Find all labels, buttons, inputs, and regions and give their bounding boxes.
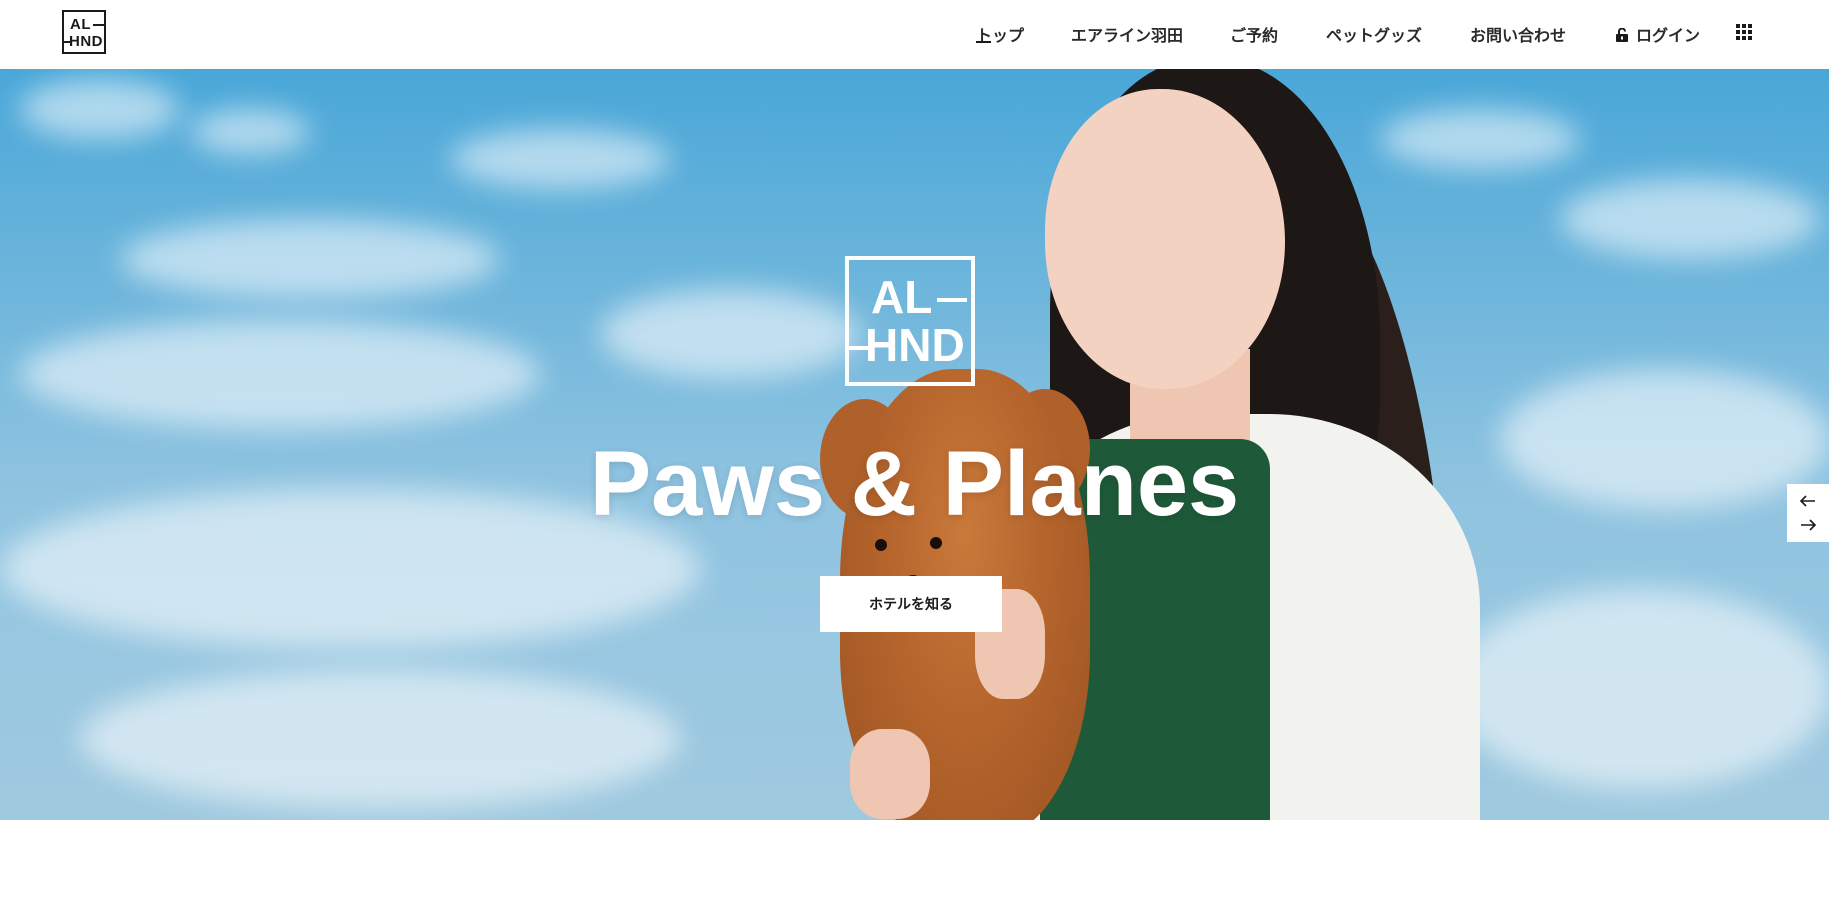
dog-eye <box>875 539 887 551</box>
nav-label-airline-haneda: エアライン羽田 <box>1071 26 1184 45</box>
cloud <box>600 289 860 379</box>
lock-open-icon <box>1616 28 1628 42</box>
nav-item-reservation[interactable]: ご予約 <box>1230 22 1278 46</box>
nav-item-pet-goods[interactable]: ペットグッズ <box>1326 22 1422 46</box>
hero-banner: AL HND Paws & Planes ホテルを知る <box>0 69 1829 820</box>
hand <box>850 729 930 819</box>
cloud <box>1450 589 1829 789</box>
hero-logo-line-1: AL <box>871 271 933 323</box>
nav-label-pet-goods: ペットグッズ <box>1326 26 1423 45</box>
cloud <box>450 129 670 189</box>
grid-menu-icon[interactable] <box>1736 24 1752 40</box>
active-underline <box>976 41 991 43</box>
cloud <box>20 319 540 429</box>
nav-item-contact[interactable]: お問い合わせ <box>1470 22 1566 46</box>
cloud <box>190 109 310 154</box>
arrow-left-icon[interactable] <box>1798 491 1818 511</box>
nav-item-airline-haneda[interactable]: エアライン羽田 <box>1071 22 1183 46</box>
cloud <box>1560 179 1820 259</box>
cloud <box>1380 109 1580 169</box>
nav-item-top[interactable]: トップ <box>976 22 1024 46</box>
hero-title: Paws & Planes <box>589 433 1240 535</box>
nav-label-reservation: ご予約 <box>1230 26 1279 45</box>
arrow-right-icon[interactable] <box>1798 515 1818 535</box>
slider-controls <box>1787 484 1829 542</box>
nav-label-login: ログイン <box>1636 26 1701 45</box>
nav-label-contact: お問い合わせ <box>1470 26 1567 45</box>
dog-eye <box>930 537 942 549</box>
main-nav: トップ エアライン羽田 ご予約 ペットグッズ お問い合わせ ログイン <box>0 0 1829 64</box>
nav-item-login[interactable]: ログイン <box>1616 22 1700 46</box>
site-header: AL HND トップ エアライン羽田 ご予約 ペットグッズ お問い合わせ ログイ… <box>0 0 1829 69</box>
person-face <box>1045 89 1285 389</box>
cloud <box>20 79 180 139</box>
cloud <box>120 219 500 299</box>
hero-logo: AL HND <box>845 256 975 386</box>
learn-hotel-button[interactable]: ホテルを知る <box>820 576 1002 632</box>
cloud <box>80 669 680 809</box>
hero-logo-line-2: HND <box>865 319 965 371</box>
